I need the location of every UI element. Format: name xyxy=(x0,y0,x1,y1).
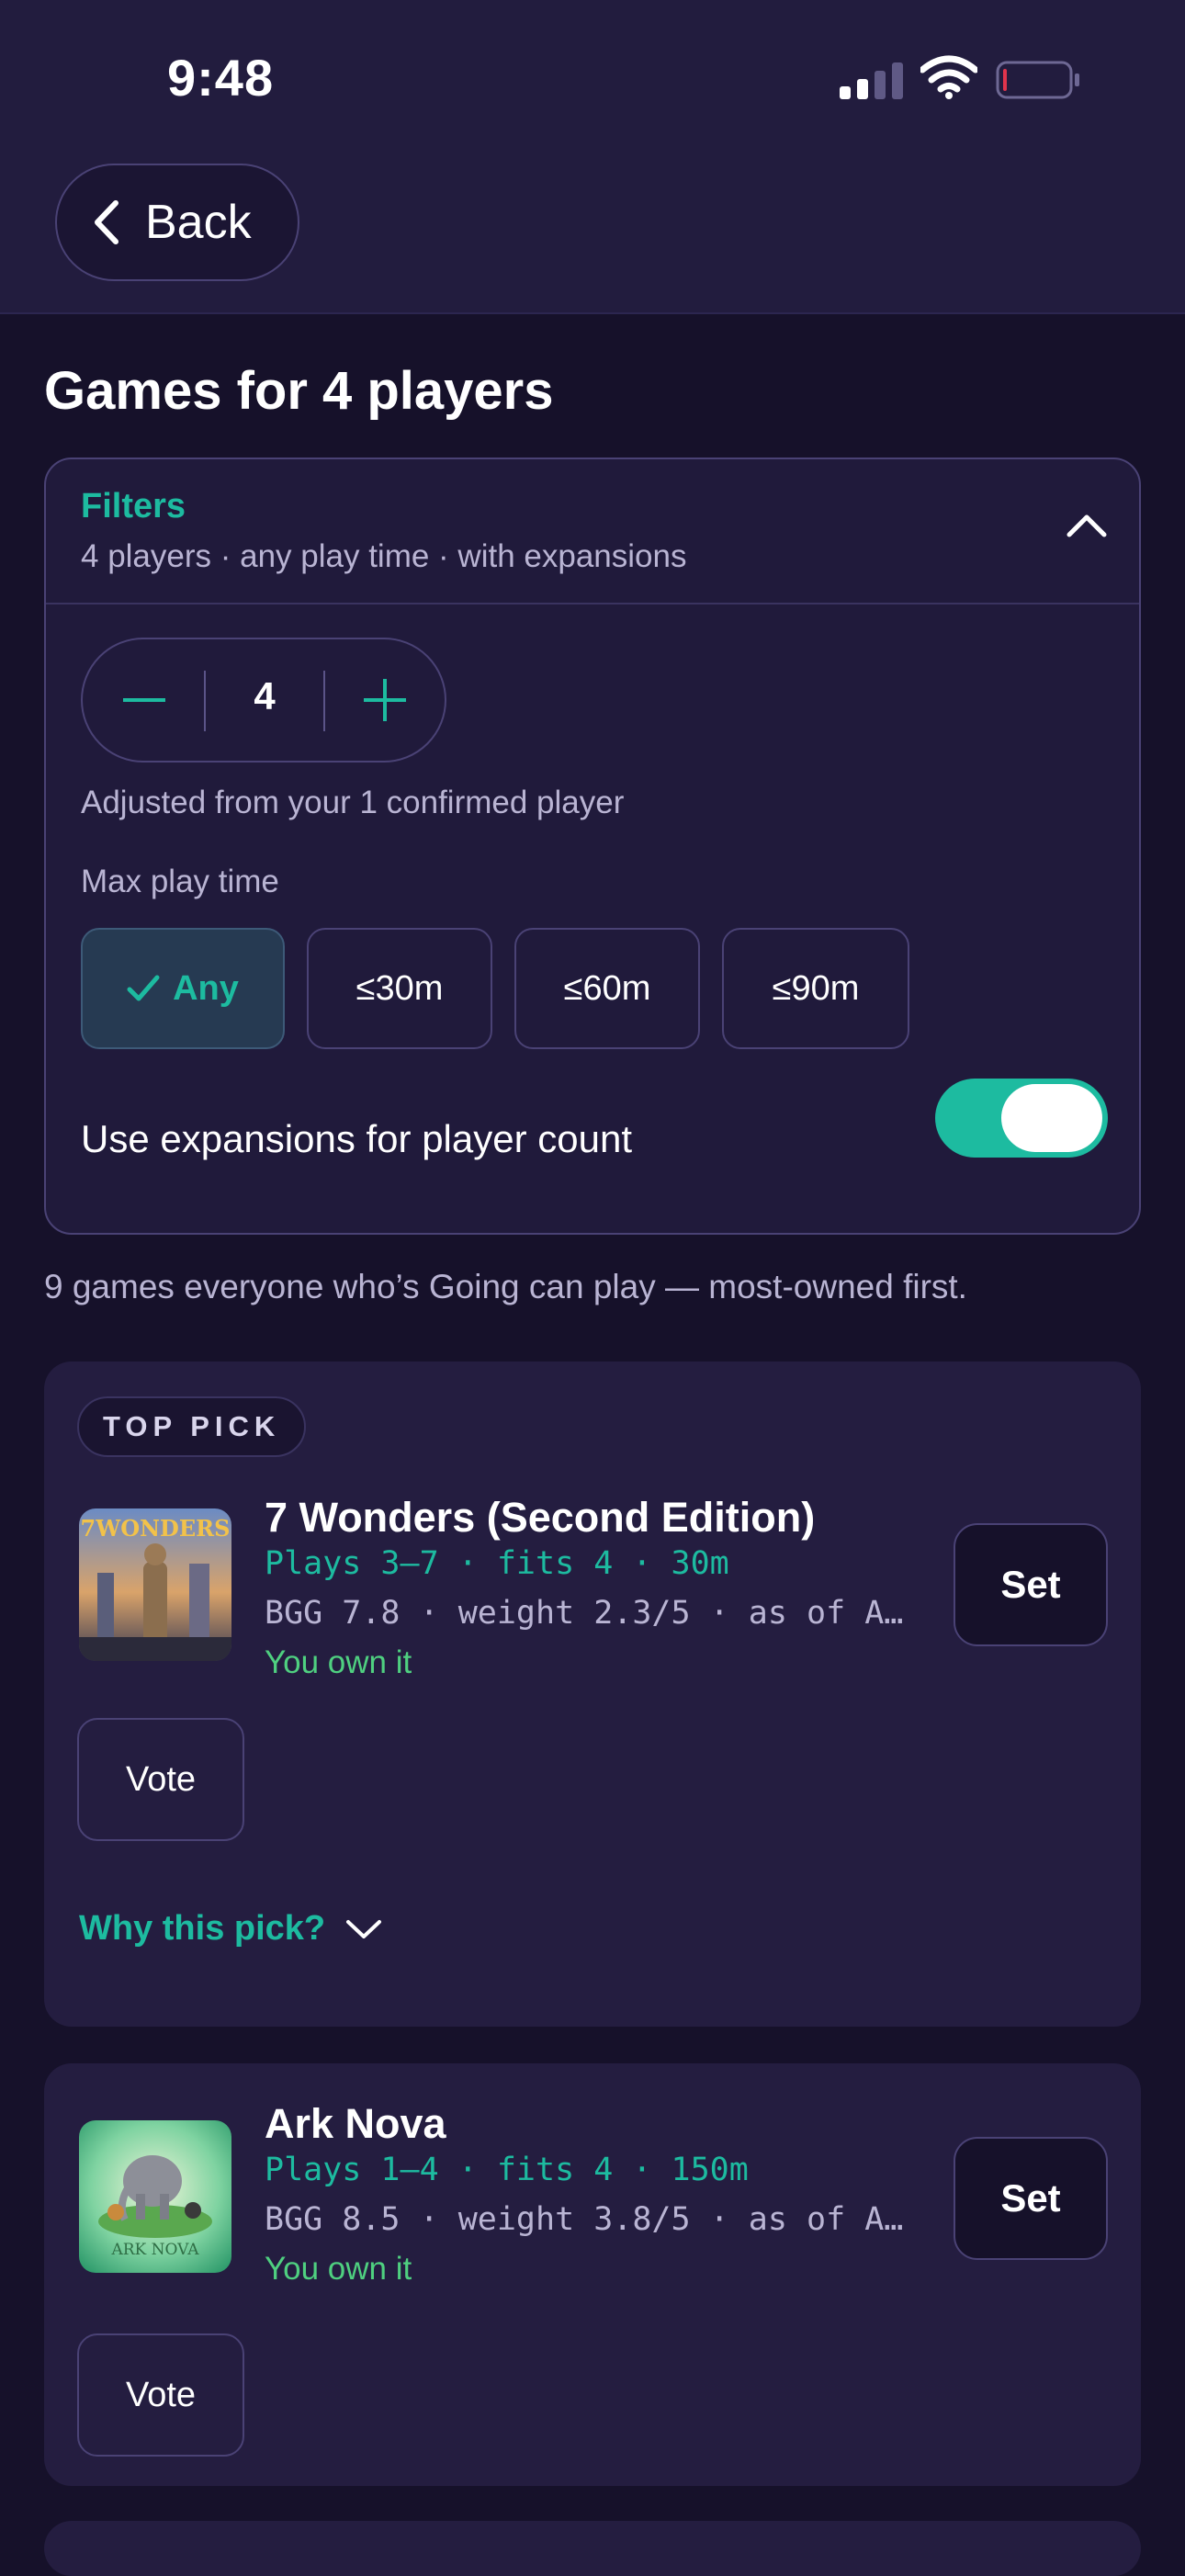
stepper-divider xyxy=(323,671,325,731)
filters-panel: Filters 4 players · any play time · with… xyxy=(44,458,1141,1235)
play-time-60m-chip[interactable]: ≤60m xyxy=(514,928,700,1049)
checkmark-icon xyxy=(127,975,160,1001)
chip-label: ≤90m xyxy=(772,968,860,1008)
game-bgg-info: BGG 8.5 · weight 3.8/5 · as of A… xyxy=(265,2201,904,2238)
adjusted-note: Adjusted from your 1 confirmed player xyxy=(81,785,625,820)
chevron-up-icon[interactable] xyxy=(1066,513,1108,538)
wifi-icon xyxy=(920,55,977,99)
chevron-down-icon xyxy=(346,1919,382,1938)
cover-title: 7WONDERS xyxy=(81,1515,231,1542)
filters-header[interactable]: Filters 4 players · any play time · with… xyxy=(46,459,1139,604)
chevron-left-icon xyxy=(95,200,118,244)
status-time: 9:48 xyxy=(167,49,275,107)
game-cover-image: 7WONDERS xyxy=(79,1508,231,1661)
chip-label: ≤60m xyxy=(563,968,651,1008)
plus-icon[interactable] xyxy=(383,679,387,721)
play-time-30m-chip[interactable]: ≤30m xyxy=(307,928,492,1049)
filters-title: Filters xyxy=(81,487,186,525)
top-pick-badge: TOP PICK xyxy=(77,1396,307,1457)
header: 9:48 Back xyxy=(0,0,1185,314)
player-count-stepper: 4 xyxy=(81,638,446,763)
player-count-value: 4 xyxy=(254,674,276,717)
back-label: Back xyxy=(145,196,252,249)
expansions-toggle[interactable] xyxy=(935,1079,1108,1158)
toggle-knob xyxy=(1001,1084,1102,1152)
vote-button[interactable]: Vote xyxy=(77,1718,244,1841)
ownership-status: You own it xyxy=(265,2251,412,2287)
game-card xyxy=(44,2521,1141,2576)
game-card: ARK NOVA Ark Nova Plays 1–4 · fits 4 · 1… xyxy=(44,2063,1141,2486)
game-title: Ark Nova xyxy=(265,2100,446,2147)
game-title: 7 Wonders (Second Edition) xyxy=(265,1494,816,1541)
game-cover-image: ARK NOVA xyxy=(79,2120,231,2273)
back-button[interactable]: Back xyxy=(55,164,299,281)
game-meta: Plays 3–7 · fits 4 · 30m xyxy=(265,1545,729,1582)
set-button[interactable]: Set xyxy=(954,2137,1108,2260)
page-title: Games for 4 players xyxy=(44,361,554,421)
game-bgg-info: BGG 7.8 · weight 2.3/5 · as of A… xyxy=(265,1595,904,1632)
play-time-90m-chip[interactable]: ≤90m xyxy=(722,928,909,1049)
max-play-time-label: Max play time xyxy=(81,864,279,899)
ownership-status: You own it xyxy=(265,1644,412,1680)
cellular-signal-icon xyxy=(840,62,903,99)
cover-title: ARK NOVA xyxy=(110,2241,199,2259)
chip-label: ≤30m xyxy=(356,968,444,1008)
vote-button[interactable]: Vote xyxy=(77,2333,244,2457)
decrement-button[interactable] xyxy=(123,698,165,702)
game-card: TOP PICK 7WONDERS 7 Wonders (Second Edit… xyxy=(44,1361,1141,2027)
why-this-pick-toggle[interactable]: Why this pick? xyxy=(79,1909,382,1949)
battery-low-icon xyxy=(996,61,1079,99)
results-note: 9 games everyone who’s Going can play — … xyxy=(44,1268,967,1305)
game-meta: Plays 1–4 · fits 4 · 150m xyxy=(265,2152,749,2188)
chip-label: Any xyxy=(173,968,239,1008)
why-label: Why this pick? xyxy=(79,1909,326,1948)
filters-summary: 4 players · any play time · with expansi… xyxy=(81,538,687,574)
set-button[interactable]: Set xyxy=(954,1523,1108,1646)
expansions-label: Use expansions for player count xyxy=(81,1117,632,1160)
play-time-any-chip[interactable]: Any xyxy=(81,928,285,1049)
